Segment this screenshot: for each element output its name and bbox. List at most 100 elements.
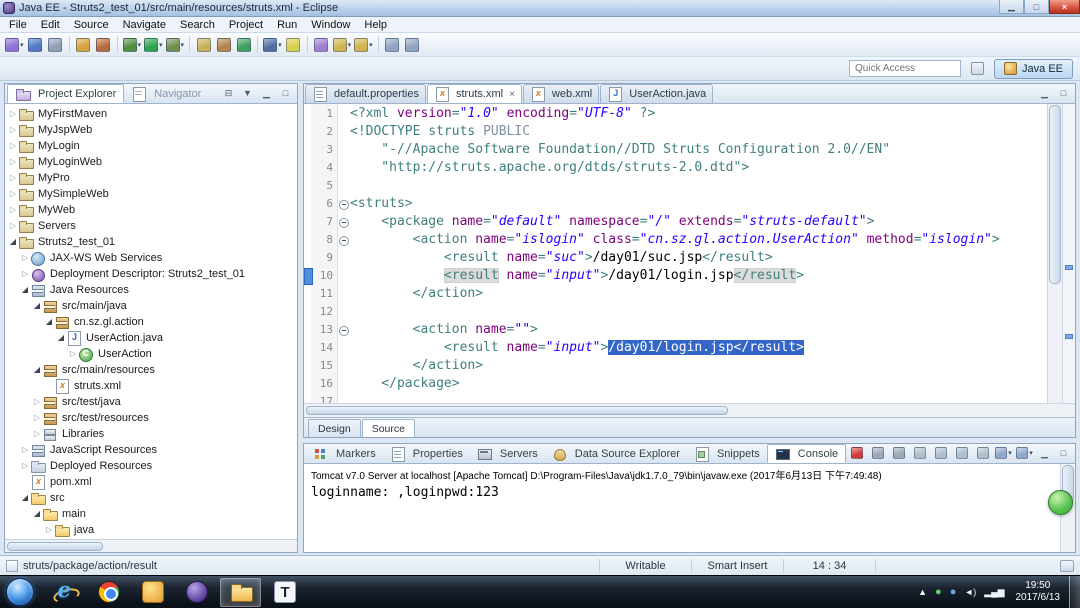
code-line-10[interactable]: 10 <result name="input">/day01/login.jsp…: [304, 267, 1047, 285]
tree-collapse-arrow-icon[interactable]: ◢: [56, 330, 66, 346]
tree-collapse-arrow-icon[interactable]: ◢: [32, 298, 42, 314]
remove-all-launches-icon[interactable]: [889, 443, 908, 463]
code-line-13[interactable]: 13 <action name="">: [304, 321, 1047, 339]
back-icon[interactable]: ▾: [332, 35, 353, 55]
code-line-2[interactable]: 2 <!DOCTYPE struts PUBLIC: [304, 123, 1047, 141]
tree-expand-arrow-icon[interactable]: ▷: [20, 442, 30, 458]
start-button[interactable]: [6, 578, 34, 606]
collapse-all-button[interactable]: ⊟: [220, 86, 237, 101]
search-icon[interactable]: ▾: [262, 35, 283, 55]
word-wrap-icon[interactable]: [952, 443, 971, 463]
open-console-icon[interactable]: ▾: [1015, 443, 1034, 463]
quick-access-input[interactable]: [849, 60, 962, 77]
remove-launch-icon[interactable]: [868, 443, 887, 463]
code-line-4[interactable]: 4 "http://struts.apache.org/dtds/struts-…: [304, 159, 1047, 177]
tree-item-cn-sz-gl-action[interactable]: ◢ cn.sz.gl.action: [5, 314, 297, 330]
tree-item-jax-ws-web-services[interactable]: ▷ JAX-WS Web Services: [5, 250, 297, 266]
tree-item-deployment-descriptor-struts2-test-01[interactable]: ▷ Deployment Descriptor: Struts2_test_01: [5, 266, 297, 282]
tree-item-myweb[interactable]: ▷ MyWeb: [5, 202, 297, 218]
menu-search[interactable]: Search: [173, 18, 222, 32]
minimize-button[interactable]: ▁: [258, 86, 275, 101]
code-line-16[interactable]: 16 </package>: [304, 375, 1047, 393]
tree-expand-arrow-icon[interactable]: ▷: [8, 122, 18, 138]
code-line-11[interactable]: 11 </action>: [304, 285, 1047, 303]
scroll-thumb[interactable]: [306, 406, 728, 415]
view-menu-button[interactable]: ▼: [239, 86, 256, 101]
code-line-1[interactable]: 1 <?xml version="1.0" encoding="UTF-8" ?>: [304, 105, 1047, 123]
minimize-button[interactable]: ▁: [1036, 446, 1053, 461]
tree-expand-arrow-icon[interactable]: ▷: [8, 202, 18, 218]
tree-item-src-test-resources[interactable]: ▷ src/test/resources: [5, 410, 297, 426]
code-line-5[interactable]: 5: [304, 177, 1047, 195]
minimize-button[interactable]: ▁: [1036, 86, 1053, 101]
code-line-3[interactable]: 3 "-//Apache Software Foundation//DTD St…: [304, 141, 1047, 159]
tree-item-struts2-test-01[interactable]: ◢ Struts2_test_01: [5, 234, 297, 250]
print-icon[interactable]: [46, 35, 65, 55]
minimize-button[interactable]: ▁: [999, 0, 1024, 14]
console-tab-data-source-explorer[interactable]: Data Source Explorer: [545, 444, 687, 463]
debug-icon[interactable]: ▾: [122, 35, 143, 55]
tree-item-javascript-resources[interactable]: ▷ JavaScript Resources: [5, 442, 297, 458]
menu-run[interactable]: Run: [270, 18, 304, 32]
tree-expand-arrow-icon[interactable]: ▷: [20, 266, 30, 282]
run-icon[interactable]: ▾: [143, 35, 164, 55]
tree-expand-arrow-icon[interactable]: ▷: [8, 138, 18, 154]
next-annotation-icon[interactable]: [383, 35, 402, 55]
code-line-12[interactable]: 12: [304, 303, 1047, 321]
editor-tab-web-xml[interactable]: web.xml: [522, 84, 600, 103]
menu-help[interactable]: Help: [357, 18, 394, 32]
tree-item-java-resources[interactable]: ◢ Java Resources: [5, 282, 297, 298]
tree-item-src[interactable]: ◢ src: [5, 490, 297, 506]
tree-collapse-arrow-icon[interactable]: ◢: [20, 282, 30, 298]
maximize-button[interactable]: □: [1055, 446, 1072, 461]
menu-edit[interactable]: Edit: [34, 18, 67, 32]
tree-collapse-arrow-icon[interactable]: ◢: [32, 506, 42, 522]
tree-item-src-test-java[interactable]: ▷ src/test/java: [5, 394, 297, 410]
volume-icon[interactable]: ◄): [964, 578, 976, 607]
tree-expand-arrow-icon[interactable]: ▷: [8, 170, 18, 186]
console-content[interactable]: Tomcat v7.0 Server at localhost [Apache …: [304, 464, 1075, 552]
internet-explorer-button[interactable]: [44, 577, 85, 607]
tree-expand-arrow-icon[interactable]: ▷: [8, 154, 18, 170]
new-class-icon[interactable]: [234, 35, 253, 55]
code-line-15[interactable]: 15 </action>: [304, 357, 1047, 375]
console-tab-markers[interactable]: Markers: [306, 444, 383, 463]
tree-expand-arrow-icon[interactable]: ▷: [20, 458, 30, 474]
chrome-button[interactable]: [88, 578, 129, 607]
tree-collapse-arrow-icon[interactable]: ◢: [20, 490, 30, 506]
editor-tab-useraction-java[interactable]: UserAction.java: [600, 84, 714, 103]
maximize-button[interactable]: □: [277, 86, 294, 101]
editor-tab-default-properties[interactable]: default.properties: [305, 84, 426, 103]
tree-expand-arrow-icon[interactable]: ▷: [32, 410, 42, 426]
menu-window[interactable]: Window: [304, 18, 357, 32]
tree-expand-arrow-icon[interactable]: ▷: [32, 394, 42, 410]
tree-expand-arrow-icon[interactable]: ▷: [44, 522, 54, 538]
tree-item-myloginweb[interactable]: ▷ MyLoginWeb: [5, 154, 297, 170]
console-tab-console[interactable]: Console: [766, 444, 847, 463]
fold-toggle-icon[interactable]: [337, 213, 350, 231]
explorer-hscrollbar[interactable]: [5, 539, 297, 552]
tree-expand-arrow-icon[interactable]: ▷: [68, 346, 78, 362]
tray-app-blue-icon[interactable]: ●: [950, 578, 957, 607]
code-line-14[interactable]: 14 <result name="input">/day01/login.jsp…: [304, 339, 1047, 357]
menu-source[interactable]: Source: [67, 18, 116, 32]
save-icon[interactable]: [26, 35, 45, 55]
tree-item-java[interactable]: ▷ java: [5, 522, 297, 538]
occurrence-mark[interactable]: [1065, 265, 1073, 271]
code-line-7[interactable]: 7 <package name="default" namespace="/" …: [304, 213, 1047, 231]
editor-hscrollbar[interactable]: [304, 403, 1075, 417]
tree-item-main[interactable]: ◢ main: [5, 506, 297, 522]
code-line-17[interactable]: 17: [304, 393, 1047, 403]
tree-expand-arrow-icon[interactable]: ▷: [20, 250, 30, 266]
close-tab-icon[interactable]: ×: [509, 89, 515, 100]
tree-expand-arrow-icon[interactable]: ▷: [8, 186, 18, 202]
taskbar-clock[interactable]: 19:50 2017/6/13: [1010, 580, 1067, 604]
fold-toggle-icon[interactable]: [337, 321, 350, 339]
external-tools-icon[interactable]: ▾: [165, 35, 186, 55]
tray-app-green-icon[interactable]: ●: [935, 578, 942, 607]
menu-file[interactable]: File: [2, 18, 34, 32]
tree-item-mypro[interactable]: ▷ MyPro: [5, 170, 297, 186]
toggle-mark-occurrences-icon[interactable]: [284, 35, 303, 55]
tree-expand-arrow-icon[interactable]: ▷: [8, 218, 18, 234]
tree-item-useraction[interactable]: ▷UserAction: [5, 346, 297, 362]
